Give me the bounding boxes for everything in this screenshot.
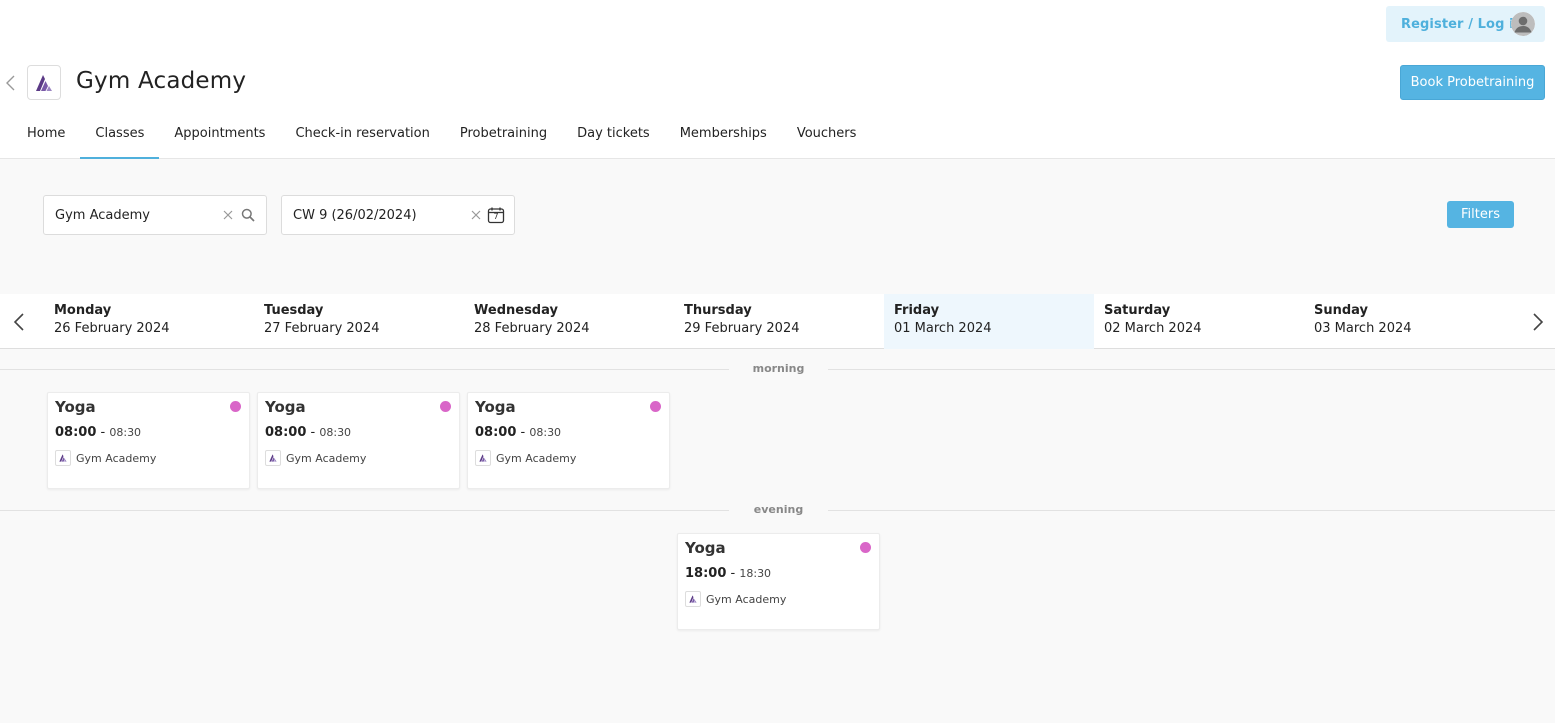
class-location-name: Gym Academy bbox=[706, 592, 787, 606]
week-value: CW 9 (26/02/2024) bbox=[293, 207, 417, 223]
class-location-name: Gym Academy bbox=[496, 451, 577, 465]
day-column-tuesday: Tuesday 27 February 2024 bbox=[254, 294, 464, 349]
class-time: 08:00 - 08:30 bbox=[475, 425, 562, 440]
book-probetraining-button[interactable]: Book Probetraining bbox=[1400, 65, 1545, 100]
main-nav: Home Classes Appointments Check-in reser… bbox=[12, 116, 871, 159]
class-location-name: Gym Academy bbox=[76, 451, 157, 465]
class-start-time: 18:00 bbox=[685, 566, 727, 581]
class-end-time: 18:30 bbox=[739, 567, 772, 580]
day-column-monday: Monday 26 February 2024 bbox=[44, 294, 254, 349]
gym-logo-icon bbox=[685, 591, 701, 607]
class-color-dot bbox=[650, 401, 661, 412]
morning-section-label: morning bbox=[752, 362, 805, 375]
location-value: Gym Academy bbox=[55, 207, 150, 223]
day-date: 03 March 2024 bbox=[1314, 321, 1412, 336]
class-start-time: 08:00 bbox=[265, 425, 307, 440]
day-column-thursday: Thursday 29 February 2024 bbox=[674, 294, 884, 349]
day-name: Friday bbox=[894, 303, 940, 318]
class-start-time: 08:00 bbox=[475, 425, 517, 440]
previous-week-chevron-icon[interactable] bbox=[11, 312, 29, 332]
day-date: 01 March 2024 bbox=[894, 321, 992, 336]
day-name: Sunday bbox=[1314, 303, 1369, 318]
class-start-time: 08:00 bbox=[55, 425, 97, 440]
register-login-button[interactable]: Register / Log in bbox=[1386, 6, 1545, 42]
calendar-icon[interactable]: 7 bbox=[487, 206, 505, 224]
day-column-wednesday: Wednesday 28 February 2024 bbox=[464, 294, 674, 349]
day-name: Tuesday bbox=[264, 303, 324, 318]
day-column-friday: Friday 01 March 2024 bbox=[884, 294, 1094, 349]
morning-section-divider: morning bbox=[0, 362, 1555, 375]
day-date: 27 February 2024 bbox=[264, 321, 380, 336]
gym-logo bbox=[27, 65, 61, 100]
nav-tab-probetraining[interactable]: Probetraining bbox=[445, 116, 562, 159]
week-picker-field[interactable]: CW 9 (26/02/2024) 7 bbox=[281, 195, 515, 235]
calendar-day-number: 7 bbox=[493, 212, 499, 221]
class-color-dot bbox=[230, 401, 241, 412]
class-time: 08:00 - 08:30 bbox=[55, 425, 142, 440]
class-location: Gym Academy bbox=[265, 450, 452, 466]
nav-tab-checkin-reservation[interactable]: Check-in reservation bbox=[280, 116, 444, 159]
next-week-chevron-icon[interactable] bbox=[1528, 312, 1546, 332]
nav-tab-appointments[interactable]: Appointments bbox=[159, 116, 280, 159]
class-end-time: 08:30 bbox=[319, 426, 352, 439]
gym-logo-icon bbox=[475, 450, 491, 466]
nav-tab-classes[interactable]: Classes bbox=[80, 116, 160, 159]
day-column-sunday: Sunday 03 March 2024 bbox=[1304, 294, 1514, 349]
class-name: Yoga bbox=[685, 539, 726, 557]
nav-tab-vouchers[interactable]: Vouchers bbox=[782, 116, 872, 159]
clear-location-icon[interactable] bbox=[219, 206, 237, 224]
clear-week-icon[interactable] bbox=[467, 206, 485, 224]
register-login-label: Register / Log in bbox=[1401, 16, 1524, 32]
site-header: Register / Log in Gym Academy Book Probe… bbox=[0, 0, 1555, 159]
class-color-dot bbox=[440, 401, 451, 412]
class-end-time: 08:30 bbox=[529, 426, 562, 439]
search-icon[interactable] bbox=[239, 206, 257, 224]
day-name: Monday bbox=[54, 303, 112, 318]
day-date: 29 February 2024 bbox=[684, 321, 800, 336]
back-chevron-icon[interactable] bbox=[4, 74, 18, 92]
day-name: Thursday bbox=[684, 303, 752, 318]
day-name: Saturday bbox=[1104, 303, 1171, 318]
class-card[interactable]: Yoga 08:00 - 08:30 Gym Academy bbox=[47, 392, 250, 489]
class-location: Gym Academy bbox=[55, 450, 242, 466]
class-card[interactable]: Yoga 08:00 - 08:30 Gym Academy bbox=[467, 392, 670, 489]
evening-section-label: evening bbox=[753, 503, 804, 516]
class-end-time: 08:30 bbox=[109, 426, 142, 439]
gym-logo-icon bbox=[265, 450, 281, 466]
class-color-dot bbox=[860, 542, 871, 553]
day-column-saturday: Saturday 02 March 2024 bbox=[1094, 294, 1304, 349]
nav-tab-memberships[interactable]: Memberships bbox=[665, 116, 782, 159]
nav-tab-day-tickets[interactable]: Day tickets bbox=[562, 116, 665, 159]
location-search-field[interactable]: Gym Academy bbox=[43, 195, 267, 235]
class-time: 08:00 - 08:30 bbox=[265, 425, 352, 440]
nav-tab-home[interactable]: Home bbox=[12, 116, 80, 159]
filters-button[interactable]: Filters bbox=[1447, 201, 1514, 228]
user-avatar-icon bbox=[1511, 12, 1535, 36]
class-time: 18:00 - 18:30 bbox=[685, 566, 772, 581]
day-name: Wednesday bbox=[474, 303, 558, 318]
week-day-header: Monday 26 February 2024 Tuesday 27 Febru… bbox=[0, 294, 1555, 349]
page-title: Gym Academy bbox=[76, 68, 247, 94]
evening-section-divider: evening bbox=[0, 503, 1555, 516]
class-card[interactable]: Yoga 08:00 - 08:30 Gym Academy bbox=[257, 392, 460, 489]
class-location: Gym Academy bbox=[475, 450, 662, 466]
gym-logo-icon bbox=[55, 450, 71, 466]
class-name: Yoga bbox=[55, 398, 96, 416]
class-card[interactable]: Yoga 18:00 - 18:30 Gym Academy bbox=[677, 533, 880, 630]
class-name: Yoga bbox=[265, 398, 306, 416]
day-date: 26 February 2024 bbox=[54, 321, 170, 336]
class-location-name: Gym Academy bbox=[286, 451, 367, 465]
class-location: Gym Academy bbox=[685, 591, 872, 607]
class-name: Yoga bbox=[475, 398, 516, 416]
day-date: 28 February 2024 bbox=[474, 321, 590, 336]
day-date: 02 March 2024 bbox=[1104, 321, 1202, 336]
